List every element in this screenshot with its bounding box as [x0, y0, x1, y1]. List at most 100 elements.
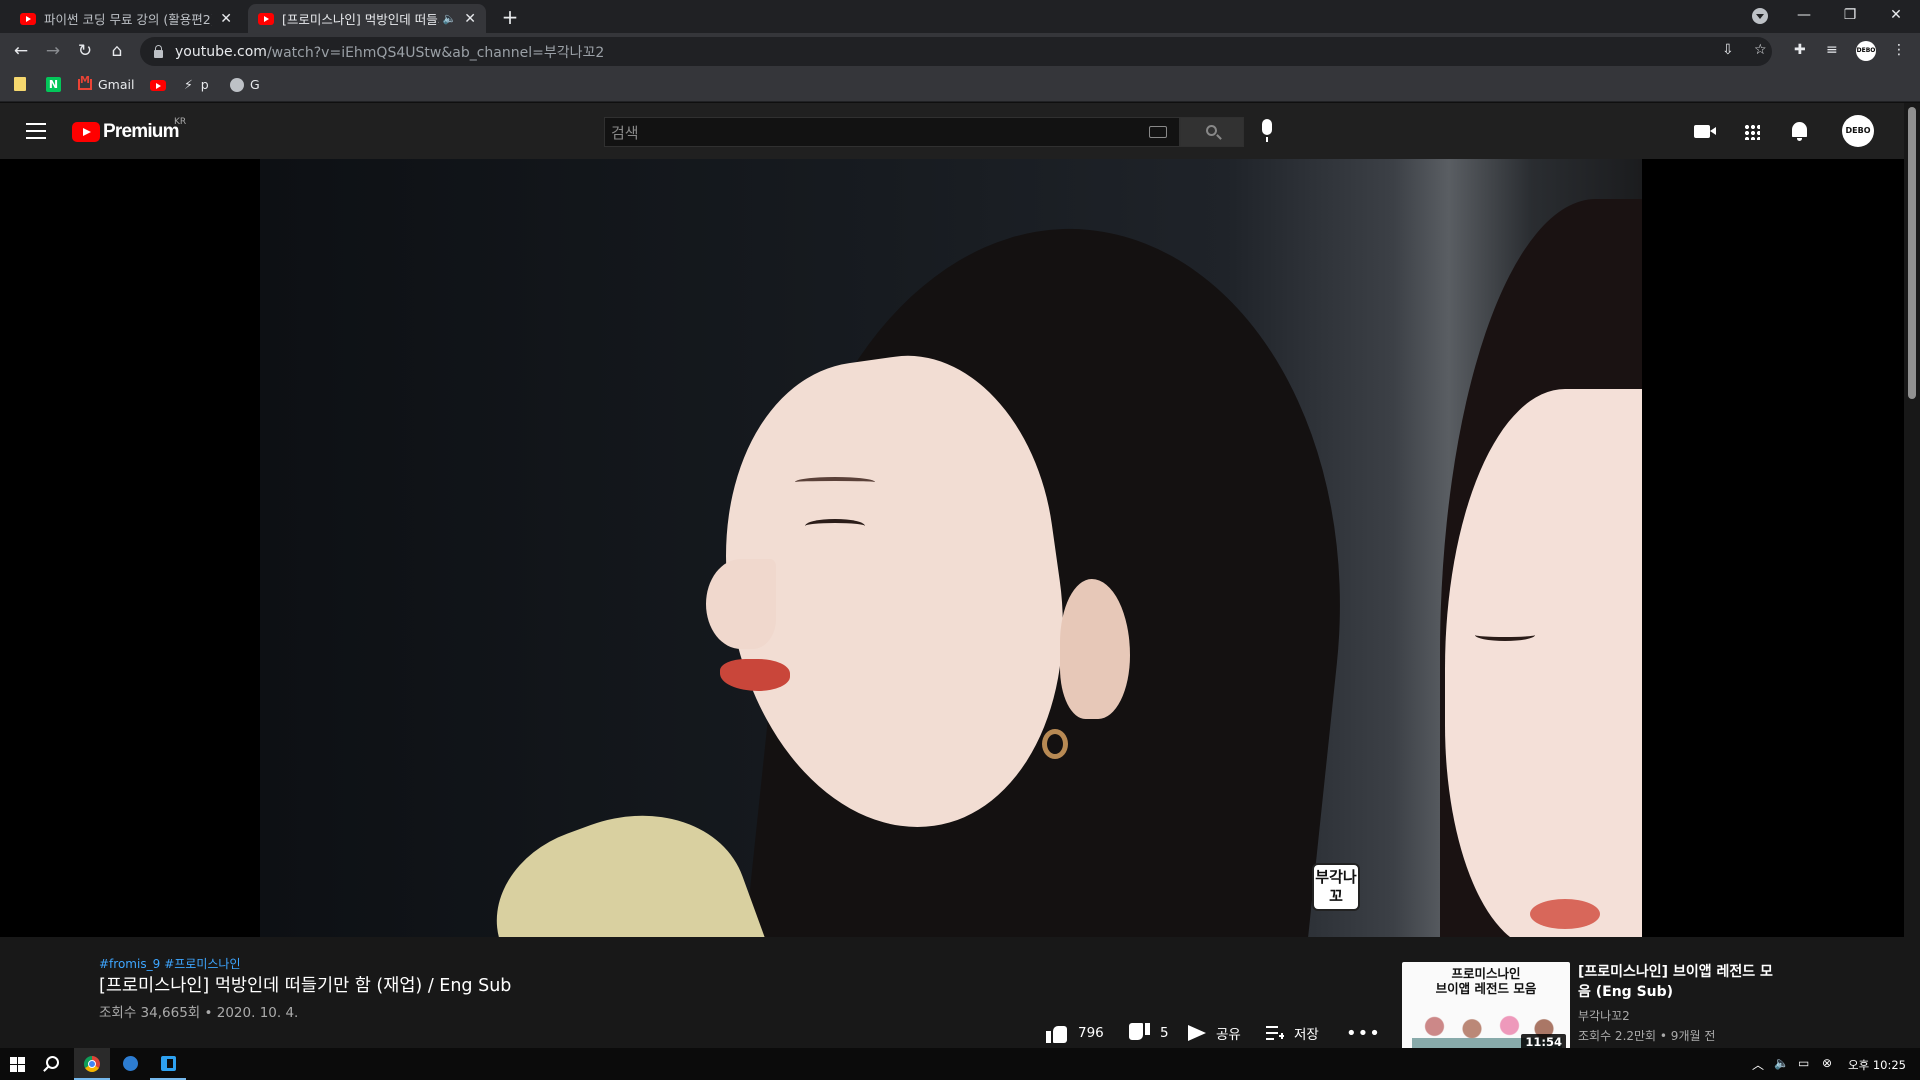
close-tab-icon[interactable]: ✕ — [220, 11, 232, 27]
search-icon — [1206, 125, 1217, 136]
tab-fromis-video[interactable]: [프로미스나인] 먹방인데 떠들기만 함 🔈 ✕ — [248, 4, 486, 33]
browser-toolbar: ← → ↻ ⌂ youtube.com/watch?v=iEhmQS4UStw&… — [0, 33, 1920, 70]
thumbs-up-icon — [1046, 1023, 1068, 1043]
dislike-count: 5 — [1160, 1025, 1169, 1041]
bolt-icon: ⚡ — [184, 77, 193, 92]
tab-title: [프로미스나인] 먹방인데 떠들기만 함 — [282, 12, 439, 27]
dislike-button[interactable]: 5 — [1128, 1017, 1169, 1049]
recommended-title[interactable]: [프로미스나인] 브이앱 레전드 모음 (Eng Sub) — [1578, 962, 1778, 1002]
tray-chevron-icon[interactable]: ︿ — [1752, 1056, 1764, 1073]
bookmark-gmail[interactable]: Gmail — [78, 75, 135, 92]
menu-icon[interactable] — [26, 123, 46, 139]
browser-profile-avatar[interactable]: DEBO — [1856, 41, 1876, 61]
recommended-channel[interactable]: 부각나꼬2 — [1578, 1007, 1630, 1024]
region-code: KR — [174, 117, 187, 127]
share-icon — [1188, 1025, 1206, 1041]
tab-python-lecture[interactable]: 파이썬 코딩 무료 강의 (활용편2) ✕ — [10, 4, 242, 33]
bookmarks-bar: N Gmail ⚡p G — [0, 70, 1920, 102]
youtube-premium-logo[interactable]: Premium KR — [72, 117, 186, 143]
more-actions-icon[interactable]: ••• — [1346, 1017, 1381, 1049]
thumbnail-text: 프로미스나인 브이앱 레전드 모음 — [1435, 966, 1537, 996]
like-count: 796 — [1078, 1025, 1104, 1041]
taskbar-search-icon[interactable] — [46, 1056, 59, 1069]
restore-button[interactable]: ❐ — [1828, 0, 1872, 30]
logo-text: Premium — [103, 121, 180, 142]
save-label: 저장 — [1294, 1027, 1319, 1043]
video-frame[interactable] — [260, 159, 1642, 937]
bookmark-p[interactable]: ⚡ p — [184, 77, 209, 92]
vscode-icon — [161, 1056, 176, 1071]
recommended-meta: 조회수 2.2만회 • 9개월 전 — [1578, 1029, 1716, 1043]
taskbar-chrome[interactable] — [74, 1048, 110, 1080]
bookmark-github[interactable]: G — [230, 77, 260, 92]
video-meta: 조회수 34,665회 • 2020. 10. 4. — [99, 1005, 299, 1021]
notifications-bell-icon[interactable] — [1792, 122, 1807, 141]
tab-search-icon[interactable] — [1752, 8, 1768, 24]
media-controls-icon[interactable]: ≡ — [1826, 42, 1838, 58]
avatar[interactable]: DEBO — [1842, 115, 1874, 147]
minimize-button[interactable]: — — [1782, 0, 1826, 30]
home-icon[interactable]: ⌂ — [104, 38, 130, 64]
taskbar-clock[interactable]: 오후 10:25 — [1848, 1057, 1906, 1073]
bookmark-star-icon[interactable]: ☆ — [1754, 42, 1767, 58]
url-path: /watch?v=iEhmQS4UStw&ab_channel=부각나꼬2 — [266, 44, 605, 61]
new-tab-button[interactable]: + — [498, 5, 522, 29]
like-button[interactable]: 796 — [1046, 1017, 1104, 1049]
address-bar[interactable]: youtube.com/watch?v=iEhmQS4UStw&ab_chann… — [140, 37, 1772, 66]
back-icon[interactable]: ← — [8, 38, 34, 64]
microphone-icon[interactable] — [1262, 119, 1272, 142]
install-app-icon[interactable]: ⇩ — [1722, 42, 1734, 58]
taskbar-vscode[interactable] — [150, 1048, 186, 1080]
video-player[interactable]: 부각나꼬 — [0, 159, 1904, 937]
search-button[interactable] — [1180, 117, 1244, 147]
gmail-icon — [78, 75, 92, 90]
chrome-menu-icon[interactable]: ⋮ — [1892, 42, 1906, 58]
url-host: youtube.com — [175, 43, 267, 60]
taskbar-app[interactable] — [112, 1048, 148, 1080]
share-button[interactable]: 공유 — [1188, 1017, 1241, 1049]
hashtags: #fromis_9 #프로미스나인 — [99, 955, 245, 972]
page-scrollbar[interactable] — [1904, 103, 1920, 1060]
windows-taskbar: ︿ 🔈 ▭ ⊗ 오후 10:25 — [0, 1048, 1920, 1080]
search-input[interactable]: 검색 — [604, 117, 1180, 147]
close-window-button[interactable]: ✕ — [1874, 0, 1918, 30]
apps-grid-icon[interactable] — [1744, 124, 1760, 140]
hashtag-link[interactable]: #fromis_9 — [99, 957, 160, 971]
folder-icon — [14, 77, 26, 91]
bookmark-label: Gmail — [98, 77, 135, 92]
extensions-icon[interactable]: ✚ — [1794, 42, 1806, 58]
speaker-icon[interactable]: 🔈 — [443, 12, 457, 25]
search-placeholder: 검색 — [611, 123, 639, 142]
app-icon — [123, 1056, 138, 1071]
save-button[interactable]: 저장 — [1266, 1017, 1319, 1049]
notification-off-icon[interactable]: ⊗ — [1822, 1056, 1832, 1070]
hashtag-link[interactable]: #프로미스나인 — [164, 957, 240, 971]
recommended-thumbnail[interactable]: 프로미스나인 브이앱 레전드 모음 11:54 — [1402, 962, 1570, 1054]
youtube-masthead: Premium KR 검색 DEBO — [0, 103, 1904, 159]
naver-icon: N — [46, 77, 61, 92]
lock-icon[interactable] — [154, 44, 163, 58]
tab-title: 파이썬 코딩 무료 강의 (활용편2) — [44, 12, 213, 27]
youtube-favicon-icon — [258, 12, 274, 25]
bookmark-youtube[interactable] — [150, 80, 166, 91]
github-icon — [230, 77, 244, 92]
forward-icon[interactable]: → — [40, 38, 66, 64]
create-video-icon[interactable] — [1694, 125, 1716, 138]
youtube-icon — [150, 80, 166, 91]
channel-watermark[interactable]: 부각나꼬 — [1312, 863, 1360, 911]
video-info-section: #fromis_9 #프로미스나인 [프로미스나인] 먹방인데 떠들기만 함 (재… — [0, 937, 1904, 1060]
scrollbar-thumb[interactable] — [1908, 107, 1916, 399]
close-tab-icon[interactable]: ✕ — [464, 11, 476, 27]
bookmark-folder[interactable] — [14, 77, 26, 91]
youtube-play-icon — [72, 122, 100, 142]
bookmark-label: p — [200, 77, 209, 92]
windows-start-icon[interactable] — [10, 1057, 25, 1072]
volume-icon[interactable]: 🔈 — [1774, 1056, 1789, 1070]
keyboard-icon[interactable] — [1149, 126, 1167, 138]
reload-icon[interactable]: ↻ — [72, 38, 98, 64]
browser-tab-bar: 파이썬 코딩 무료 강의 (활용편2) ✕ [프로미스나인] 먹방인데 떠들기만… — [0, 0, 1920, 33]
chrome-icon — [84, 1056, 100, 1072]
network-icon[interactable]: ▭ — [1798, 1056, 1809, 1070]
bookmark-naver[interactable]: N — [46, 77, 61, 92]
playlist-add-icon — [1266, 1026, 1284, 1040]
